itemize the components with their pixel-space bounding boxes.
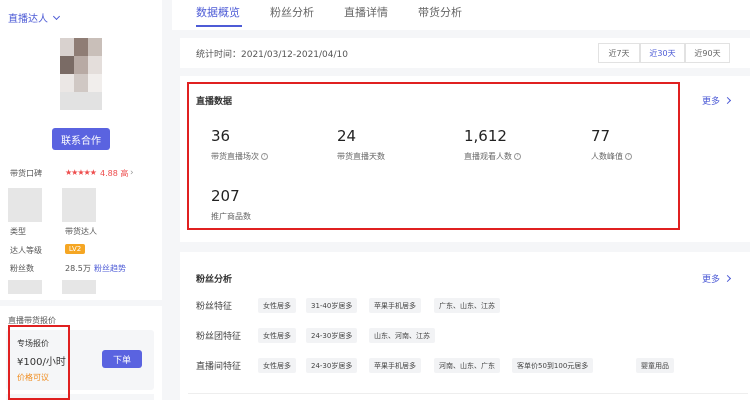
- creator-sidebar: 直播达人 联系合作 带货口碑 ★★★★★ 4.88 高 › 类型 带货达人 达人…: [0, 0, 162, 400]
- range-7-days[interactable]: 近7天: [598, 43, 640, 63]
- blurred-block: [62, 188, 96, 222]
- avatar: [60, 38, 102, 110]
- fan-analysis-card: [180, 252, 750, 400]
- live-data-more-link[interactable]: 更多: [702, 94, 732, 107]
- fan-row-label: 粉丝团特征: [196, 332, 242, 342]
- card-divider: [188, 393, 748, 394]
- fan-tag: 女性居多: [258, 328, 296, 343]
- fan-tag: 24-30岁居多: [306, 358, 358, 373]
- fan-row-label: 直播间特征: [196, 362, 242, 372]
- tab-fans[interactable]: 粉丝分析: [270, 4, 314, 20]
- fans-value: 28.5万: [65, 264, 91, 273]
- stats-time: 统计时间：2021/03/12-2021/04/10: [196, 50, 348, 60]
- app-root: 直播达人 联系合作 带货口碑 ★★★★★ 4.88 高 › 类型 带货达人 达人…: [0, 0, 750, 400]
- type-label: 类型: [10, 227, 26, 236]
- level-label: 达人等级: [10, 246, 42, 255]
- tab-live-detail[interactable]: 直播详情: [344, 4, 388, 20]
- blurred-block: [8, 188, 42, 222]
- fans-trend-link[interactable]: 粉丝趋势: [94, 263, 126, 274]
- fan-tag: 婴童用品: [636, 358, 674, 373]
- more-label: 更多: [702, 97, 721, 107]
- section-divider: [0, 300, 162, 306]
- level-badge: LV2: [65, 244, 85, 254]
- fan-tag: 山东、河南、江苏: [369, 328, 435, 343]
- blurred-block: [8, 280, 42, 294]
- contact-button[interactable]: 联系合作: [52, 128, 110, 150]
- active-tab-indicator: [196, 25, 242, 27]
- range-30-days[interactable]: 近30天: [640, 43, 685, 63]
- fan-tag: 24-30岁居多: [306, 328, 358, 343]
- role-label: 直播达人: [8, 14, 48, 25]
- range-90-days[interactable]: 近90天: [685, 43, 730, 63]
- reputation-label: 带货口碑: [10, 169, 42, 178]
- fan-analysis-more-link[interactable]: 更多: [702, 272, 732, 285]
- chevron-right-icon[interactable]: ›: [130, 168, 134, 178]
- role-dropdown[interactable]: 直播达人: [8, 10, 61, 25]
- rating-value: 4.88 高: [100, 169, 129, 178]
- tab-sales[interactable]: 带货分析: [418, 4, 462, 20]
- main-tabs: 数据概览 粉丝分析 直播详情 带货分析: [172, 0, 750, 30]
- type-value: 带货达人: [65, 227, 97, 236]
- fan-analysis-title: 粉丝分析: [196, 275, 233, 285]
- more-label: 更多: [702, 275, 721, 285]
- order-button[interactable]: 下单: [102, 350, 142, 368]
- fan-tag: 客单价50到100元居多: [512, 358, 594, 373]
- fan-tag: 广东、山东、江苏: [434, 298, 500, 313]
- blurred-block: [62, 280, 96, 294]
- fan-tag: 苹果手机居多: [369, 298, 421, 313]
- fan-tag: 31-40岁居多: [306, 298, 358, 313]
- tab-overview[interactable]: 数据概览: [196, 4, 240, 20]
- fan-row-label: 粉丝特征: [196, 302, 233, 312]
- fan-tag: 河南、山东、广东: [434, 358, 500, 373]
- fans-label: 粉丝数: [10, 264, 34, 273]
- chevron-down-icon: [52, 12, 61, 20]
- fan-tag: 女性居多: [258, 298, 296, 313]
- rating-stars-icon: ★★★★★: [65, 168, 97, 177]
- fan-tag: 苹果手机居多: [369, 358, 421, 373]
- fan-tag: 女性居多: [258, 358, 296, 373]
- live-data-highlight-box: [187, 82, 680, 230]
- price-highlight-box: [8, 325, 70, 400]
- stats-period-bar: 统计时间：2021/03/12-2021/04/10 近7天 近30天 近90天: [180, 38, 750, 68]
- chevron-right-icon: [723, 274, 732, 283]
- chevron-right-icon: [723, 96, 732, 105]
